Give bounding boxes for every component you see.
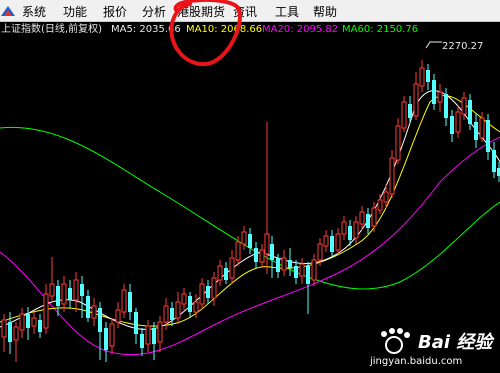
stock-chart-window: 系统 功能 报价 分析 港股期货 资讯 工具 帮助 上证指数(日线,前复权) M… bbox=[0, 0, 500, 373]
watermark-url: jingyan.baidu.com bbox=[370, 356, 463, 367]
annotation-circle bbox=[169, 0, 242, 67]
baidu-paw-icon bbox=[381, 328, 410, 354]
watermark-brand: Bai 经验 bbox=[418, 332, 493, 353]
watermark: Bai 经验 jingyan.baidu.com bbox=[370, 326, 496, 370]
